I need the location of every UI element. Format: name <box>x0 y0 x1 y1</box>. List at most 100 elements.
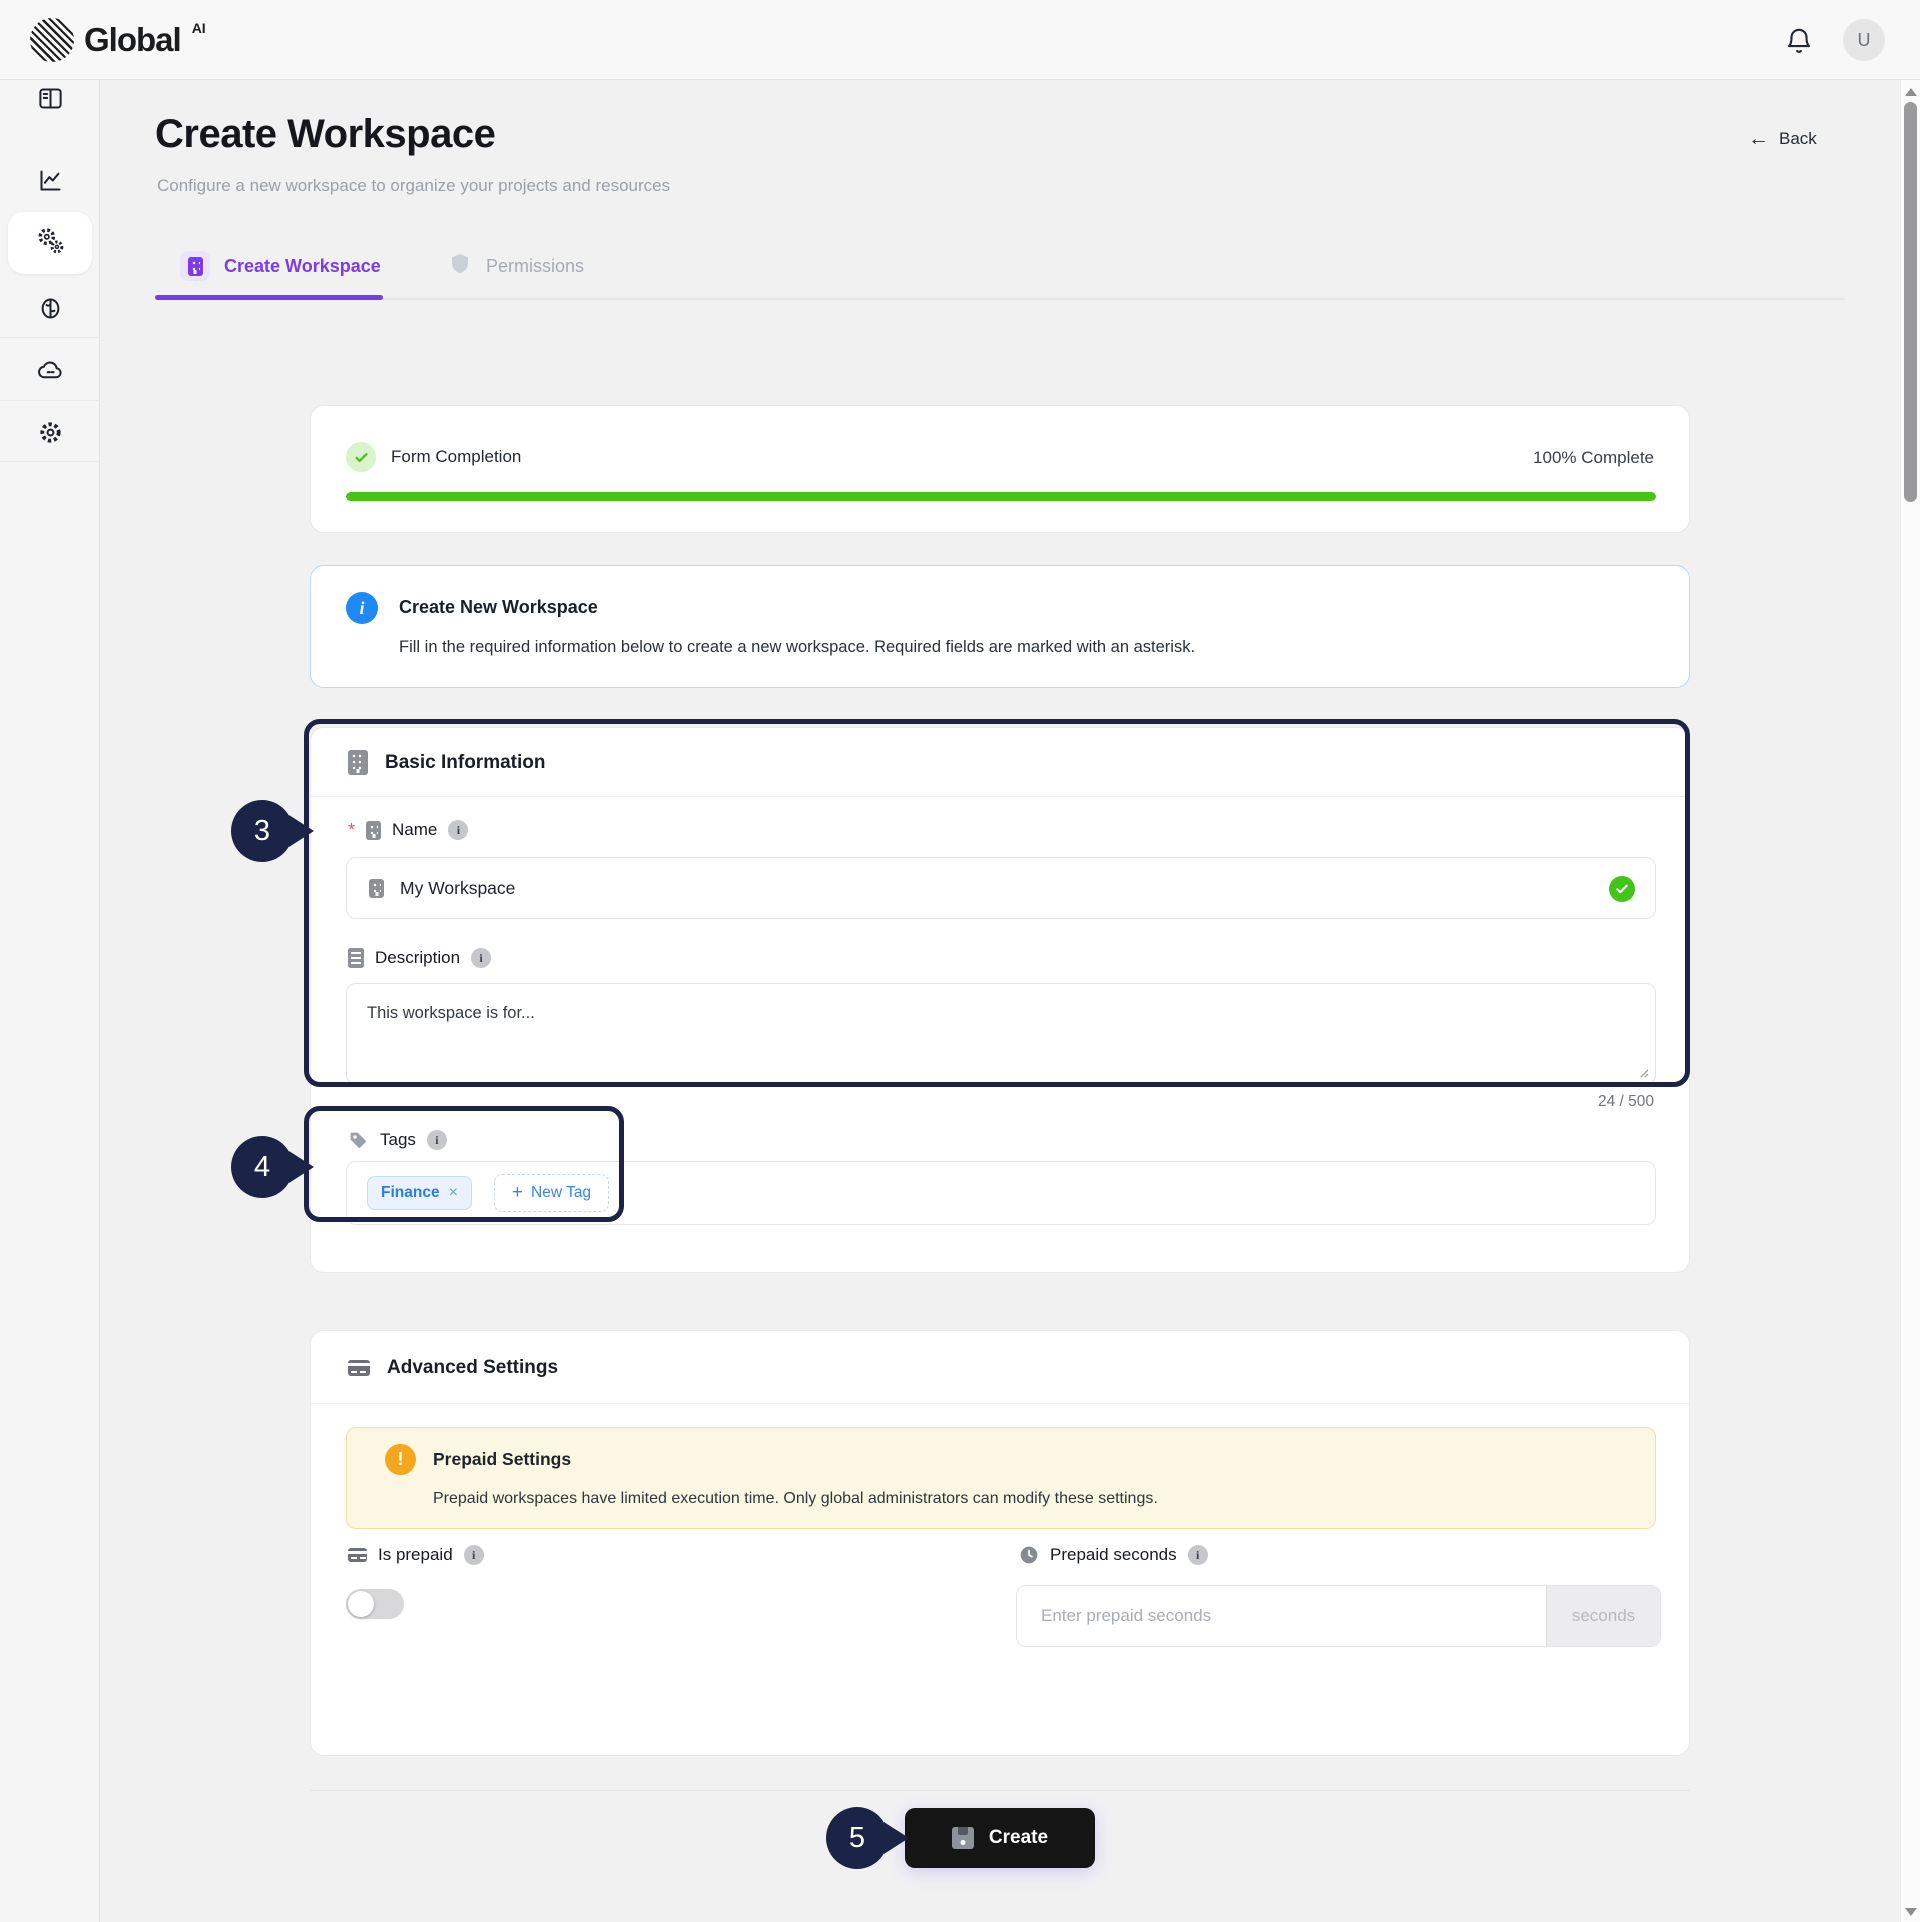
scrollbar-up-arrow[interactable] <box>1905 88 1917 96</box>
back-label: Back <box>1779 129 1817 149</box>
completion-progress-fill <box>346 492 1656 501</box>
required-asterisk: * <box>348 820 355 841</box>
gears-icon <box>34 225 66 262</box>
document-icon <box>348 948 364 968</box>
description-info-icon[interactable] <box>471 948 491 968</box>
save-icon <box>952 1827 974 1849</box>
tags-label: Tags <box>380 1130 416 1150</box>
section-divider <box>311 796 1689 797</box>
tag-icon <box>348 1130 369 1151</box>
brand-logo-icon <box>30 18 74 62</box>
sidebar-item-workspaces-active[interactable] <box>8 212 92 274</box>
new-tag-button[interactable]: + New Tag <box>494 1174 609 1212</box>
step-5-marker: 5 <box>826 1807 888 1869</box>
credit-card-icon <box>348 1548 367 1562</box>
sidebar-item-panels[interactable] <box>0 85 100 117</box>
page-title: Create Workspace <box>155 112 495 157</box>
tag-chip-label: Finance <box>381 1184 440 1202</box>
footer-divider <box>310 1790 1690 1791</box>
credit-card-icon <box>348 1360 370 1376</box>
sidebar-divider <box>0 337 100 338</box>
scrollbar[interactable] <box>1900 80 1920 1922</box>
brain-icon <box>37 295 64 327</box>
step-4-marker: 4 <box>231 1136 293 1198</box>
clock-icon <box>1019 1545 1039 1565</box>
info-icon: i <box>346 592 378 624</box>
name-valid-check-icon <box>1609 876 1635 902</box>
notifications-bell-icon[interactable] <box>1784 26 1814 56</box>
prepaid-seconds-label: Prepaid seconds <box>1050 1545 1177 1565</box>
sidebar-item-settings[interactable] <box>0 419 100 451</box>
basic-info-title: Basic Information <box>385 752 545 774</box>
section-divider <box>311 1403 1689 1404</box>
completion-progress-bar <box>346 492 1656 501</box>
tab-create-workspace[interactable]: Create Workspace <box>180 244 381 288</box>
prepaid-warning-box: Prepaid Settings Prepaid workspaces have… <box>346 1427 1656 1529</box>
workspace-name-input[interactable]: My Workspace <box>346 857 1656 919</box>
back-arrow-icon: ← <box>1748 128 1769 149</box>
shield-icon <box>448 252 472 281</box>
prepaid-seconds-input-group: seconds <box>1016 1585 1661 1647</box>
building-icon <box>366 821 381 840</box>
user-avatar[interactable]: U <box>1843 19 1885 61</box>
topbar: Global AI U <box>0 0 1920 80</box>
create-button-label: Create <box>989 1827 1048 1849</box>
sidebar-item-models[interactable] <box>0 295 100 327</box>
banner-title: Create New Workspace <box>399 597 598 618</box>
line-chart-icon <box>37 167 64 199</box>
scrollbar-down-arrow[interactable] <box>1905 1908 1917 1916</box>
tabs-underline <box>155 298 1845 300</box>
is-prepaid-info-icon[interactable] <box>464 1545 484 1565</box>
sidebar-item-analytics[interactable] <box>0 167 100 199</box>
scrollbar-thumb[interactable] <box>1904 102 1917 502</box>
gear-icon <box>37 419 64 451</box>
tab-permissions-label: Permissions <box>486 256 584 277</box>
info-banner: i Create New Workspace Fill in the requi… <box>310 565 1690 688</box>
description-label: Description <box>375 948 460 968</box>
form-completion-card: Form Completion 100% Complete <box>310 405 1690 533</box>
cloud-icon <box>37 357 64 389</box>
toggle-knob <box>348 1591 374 1617</box>
name-label: Name <box>392 820 437 840</box>
advanced-settings-title: Advanced Settings <box>387 1357 558 1379</box>
description-textarea[interactable]: This workspace is for... <box>346 983 1656 1085</box>
step-3-marker: 3 <box>231 800 293 862</box>
sidebar-item-cloud[interactable] <box>0 357 100 389</box>
workspace-name-value: My Workspace <box>400 878 515 899</box>
banner-body: Fill in the required information below t… <box>399 638 1195 657</box>
remove-tag-icon[interactable]: × <box>449 1184 458 1202</box>
basic-information-card: Basic Information * Name My Workspace De… <box>310 727 1690 1273</box>
prepaid-seconds-info-icon[interactable] <box>1188 1545 1208 1565</box>
back-button[interactable]: ← Back <box>1748 128 1817 149</box>
building-icon <box>348 750 368 775</box>
building-icon <box>369 879 384 898</box>
plus-icon: + <box>512 1182 523 1204</box>
brand-logo: Global AI <box>30 18 206 62</box>
warning-icon <box>385 1444 416 1475</box>
brand-name: Global <box>84 18 181 62</box>
tab-create-workspace-label: Create Workspace <box>224 256 381 277</box>
advanced-settings-card: Advanced Settings Prepaid Settings Prepa… <box>310 1330 1690 1756</box>
create-button[interactable]: Create <box>905 1808 1095 1868</box>
sidebar <box>0 80 100 1922</box>
is-prepaid-toggle[interactable] <box>346 1589 404 1619</box>
tags-input-container[interactable]: Finance × + New Tag <box>346 1161 1656 1225</box>
tabs-active-indicator <box>155 295 383 300</box>
workspace-building-icon <box>180 251 210 281</box>
brand-suffix: AI <box>192 20 206 36</box>
sidebar-divider <box>0 461 100 462</box>
prepaid-warning-title: Prepaid Settings <box>433 1449 571 1470</box>
completion-label: Form Completion <box>391 447 521 467</box>
prepaid-seconds-suffix: seconds <box>1546 1586 1660 1646</box>
sidebar-divider <box>0 400 100 401</box>
tag-chip-finance: Finance × <box>367 1176 472 1210</box>
tab-permissions[interactable]: Permissions <box>448 244 584 288</box>
tags-info-icon[interactable] <box>427 1130 447 1150</box>
char-counter: 24 / 500 <box>1598 1093 1654 1111</box>
panel-layout-icon <box>37 85 64 117</box>
prepaid-seconds-input[interactable] <box>1017 1586 1546 1646</box>
completion-check-icon <box>346 442 376 472</box>
name-info-icon[interactable] <box>448 820 468 840</box>
app-window: Global AI U <box>0 0 1920 1922</box>
is-prepaid-label: Is prepaid <box>378 1545 453 1565</box>
